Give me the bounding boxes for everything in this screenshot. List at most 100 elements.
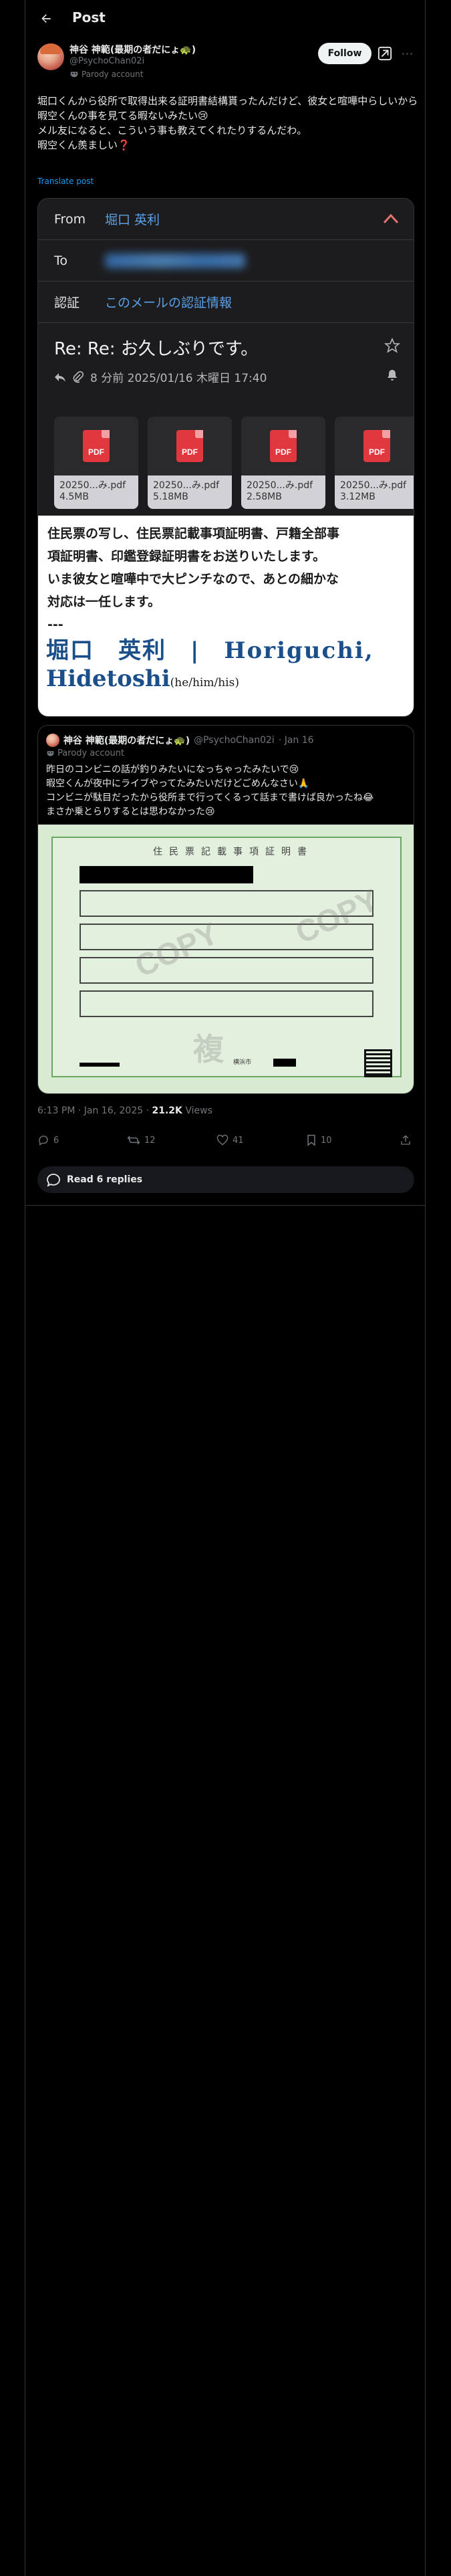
email-auth-row: 認証 このメールの認証情報	[38, 282, 414, 323]
quote-handle: @PsychoChan02i	[194, 735, 275, 746]
repost-button[interactable]: 12	[127, 1134, 156, 1146]
email-body-line: いま彼女と喧嘩中で大ピンチなので、あとの細かな	[47, 572, 339, 586]
grok-button[interactable]	[375, 44, 394, 63]
attachment-name: 20250...み.pdf	[153, 480, 220, 491]
author-row: 神谷 神範(最期の者だにょ🐢) @PsychoChan02i Parody ac…	[37, 41, 418, 88]
views-label: Views	[182, 1105, 212, 1116]
quote-parody-badge: Parody account	[46, 748, 124, 758]
share-button[interactable]	[400, 1134, 412, 1146]
quote-text: 昨日のコンビニの話が釣りみたいになっちゃったみたいで😢 暇空くんが夜中にライブや…	[46, 763, 407, 819]
auth-label: 認証	[54, 296, 80, 310]
back-button[interactable]	[37, 9, 55, 28]
post-timestamp: 6:13 PM · Jan 16, 2025 · 21.2K Views	[37, 1105, 212, 1116]
avatar[interactable]	[37, 43, 64, 70]
heart-icon	[216, 1134, 229, 1146]
quote-line: コンビニが駄目だったから役所まで行ってくるって話まで書けば良かったね😂	[46, 792, 374, 803]
page-title: Post	[72, 9, 106, 25]
attachment-size: 4.5MB	[59, 492, 89, 502]
mask-icon	[47, 751, 54, 756]
attachment-item[interactable]: PDF 20250...み.pdf 5.18MB	[148, 417, 232, 509]
attachment-item[interactable]: PDF 20250...み.pdf 3.12MB	[335, 417, 414, 509]
bookmark-button[interactable]: 10	[306, 1134, 332, 1146]
parody-badge: Parody account	[69, 70, 143, 79]
certificate-city: 横浜市	[233, 1059, 252, 1066]
follow-button[interactable]: Follow	[318, 43, 371, 64]
copy-watermark-kanji: 複	[193, 1032, 224, 1067]
attachment-item[interactable]: PDF 20250...み.pdf 2.58MB	[241, 417, 325, 509]
qr-code	[364, 1049, 392, 1077]
reply-icon	[55, 372, 65, 382]
post-time[interactable]: 6:13 PM · Jan 16, 2025 ·	[37, 1105, 152, 1116]
quoted-post[interactable]: 神谷 神範(最期の者だにょ🐢) @PsychoChan02i · Jan 16 …	[37, 725, 414, 1094]
certificate-title: 住民票記載事項証明書	[153, 847, 313, 857]
share-icon	[401, 1135, 410, 1145]
quote-parody-label: Parody account	[57, 748, 125, 758]
attachment-size: 3.12MB	[340, 492, 375, 502]
reply-button[interactable]: 6	[37, 1134, 59, 1146]
reply-count: 6	[53, 1135, 59, 1146]
bell-icon	[388, 370, 397, 381]
mask-icon	[70, 72, 78, 78]
quote-line: 暇空くんが夜中にライブやってたみたいだけどごめんなさい🙏	[46, 778, 310, 789]
quote-header: 神谷 神範(最期の者だにょ🐢) @PsychoChan02i · Jan 16	[46, 734, 314, 747]
email-body-line: 項証明書、印鑑登録証明書をお送りいたします。	[47, 549, 326, 564]
read-replies-button[interactable]: Read 6 replies	[37, 1166, 414, 1193]
email-subject: Re: Re: お久しぶりです。	[54, 339, 259, 359]
email-meta: 8 分前 2025/01/16 木曜日 17:40	[54, 368, 267, 385]
signature-name: 堀口 英利 | Horiguchi,	[46, 637, 374, 664]
tweet-line: メル友になると、こういう事も教えてくれたりするんだわ。	[37, 124, 307, 136]
views-count: 21.2K	[152, 1105, 182, 1116]
email-body-line: 対応は一任します。	[47, 595, 161, 609]
tweet-line: 堀口くんから役所で取得出来る証明書結構貰ったんだけど、彼女と喧嘩中らしいから暇空…	[37, 95, 418, 122]
email-date: 8 分前 2025/01/16 木曜日 17:40	[90, 372, 267, 385]
certificate-sheet: 住民票記載事項証明書 COPY COPY 複 横浜市	[51, 837, 402, 1077]
quote-avatar	[46, 734, 59, 747]
email-screenshot[interactable]: From 堀口 英利 To 認証 このメールの認証情報 Re: Re: お久しぶ…	[37, 198, 414, 717]
auth-value: このメールの認証情報	[105, 296, 233, 310]
back-arrow-icon	[41, 14, 51, 23]
attachment-name: 20250...み.pdf	[247, 480, 313, 491]
redaction-bar	[273, 1059, 296, 1067]
like-count: 41	[233, 1135, 244, 1146]
signature-pronouns: (he/him/his)	[170, 676, 239, 689]
parody-label: Parody account	[82, 70, 144, 79]
attachment-name: 20250...み.pdf	[340, 480, 407, 491]
to-label: To	[54, 253, 68, 268]
pdf-icon: PDF	[363, 430, 390, 462]
redaction-bar	[80, 866, 253, 883]
page-header: Post	[0, 0, 451, 37]
certificate-image[interactable]: 住民票記載事項証明書 COPY COPY 複 横浜市	[38, 825, 414, 1093]
translate-link[interactable]: Translate post	[37, 177, 94, 186]
email-subject-area: Re: Re: お久しぶりです。 8 分前 2025/01/16 木曜日 17:…	[38, 323, 414, 390]
email-body-line: 住民票の写し、住民票記載事項証明書、戸籍全部事	[47, 526, 340, 541]
bookmark-count: 10	[321, 1135, 332, 1146]
redaction-bar	[80, 1063, 120, 1067]
signature-first-name: Hidetoshi	[46, 665, 170, 692]
author-handle[interactable]: @PsychoChan02i	[69, 56, 144, 66]
email-to-row: To	[38, 240, 414, 282]
attachment-name: 20250...み.pdf	[59, 480, 126, 491]
quote-author-name: 神谷 神範(最期の者だにょ🐢)	[63, 736, 190, 746]
tweet-text: 堀口くんから役所で取得出来る証明書結構貰ったんだけど、彼女と喧嘩中らしいから暇空…	[37, 94, 418, 152]
from-label: From	[54, 211, 86, 227]
chat-bubble-icon	[47, 1174, 60, 1187]
quote-date: · Jan 16	[278, 735, 314, 746]
divider	[25, 1205, 425, 1206]
grok-icon	[378, 46, 392, 61]
attachment-item[interactable]: PDF 20250...み.pdf 4.5MB	[54, 417, 138, 509]
attachment-size: 5.18MB	[153, 492, 188, 502]
attachment-list: PDF 20250...み.pdf 4.5MB PDF 20250...み.pdf…	[38, 413, 414, 513]
email-from-row: From 堀口 英利	[38, 199, 414, 240]
redacted-recipient	[105, 253, 245, 268]
repost-count: 12	[144, 1135, 156, 1146]
certificate-row	[80, 957, 373, 984]
pdf-icon: PDF	[270, 430, 297, 462]
email-body: 住民票の写し、住民票記載事項証明書、戸籍全部事 項証明書、印鑑登録証明書をお送り…	[38, 516, 414, 716]
more-button[interactable]: ···	[398, 44, 417, 63]
like-button[interactable]: 41	[216, 1134, 244, 1146]
signature-name-2: Hidetoshi(he/him/his)	[46, 665, 239, 692]
author-name[interactable]: 神谷 神範(最期の者だにょ🐢)	[69, 43, 196, 56]
reply-bubble-icon	[39, 1136, 48, 1146]
pdf-icon: PDF	[83, 430, 110, 462]
from-value: 堀口 英利	[105, 213, 160, 227]
